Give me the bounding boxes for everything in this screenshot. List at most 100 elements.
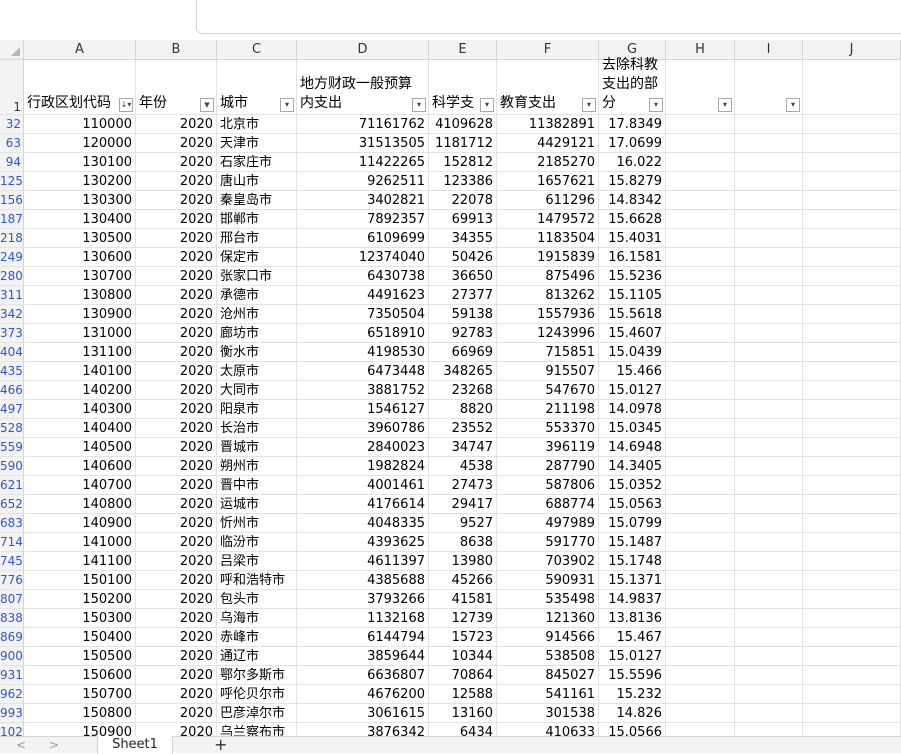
table-cell[interactable]: 8820 bbox=[429, 400, 497, 419]
row-header[interactable]: 311 bbox=[0, 286, 24, 305]
table-cell[interactable]: 7350504 bbox=[297, 305, 429, 324]
table-cell[interactable]: 12739 bbox=[429, 609, 497, 628]
table-cell[interactable]: 14.8342 bbox=[599, 191, 666, 210]
table-cell[interactable]: 承德市 bbox=[217, 286, 297, 305]
table-cell[interactable]: 12374040 bbox=[297, 248, 429, 267]
table-cell[interactable]: 吕梁市 bbox=[217, 552, 297, 571]
table-cell[interactable]: 2020 bbox=[136, 343, 217, 362]
table-cell[interactable]: 2020 bbox=[136, 495, 217, 514]
table-cell[interactable]: 廊坊市 bbox=[217, 324, 297, 343]
table-cell[interactable]: 临汾市 bbox=[217, 533, 297, 552]
table-cell[interactable]: 4611397 bbox=[297, 552, 429, 571]
table-cell[interactable] bbox=[803, 609, 901, 628]
table-cell[interactable]: 130500 bbox=[24, 229, 136, 248]
table-cell[interactable]: 13980 bbox=[429, 552, 497, 571]
table-cell[interactable]: 4538 bbox=[429, 457, 497, 476]
table-cell[interactable]: 4001461 bbox=[297, 476, 429, 495]
row-header[interactable]: 1024 bbox=[0, 723, 24, 736]
table-cell[interactable]: 4385688 bbox=[297, 571, 429, 590]
table-cell[interactable]: 15.8279 bbox=[599, 172, 666, 191]
table-cell[interactable]: 朔州市 bbox=[217, 457, 297, 476]
table-cell[interactable] bbox=[735, 286, 803, 305]
table-cell[interactable]: 150800 bbox=[24, 704, 136, 723]
table-cell[interactable] bbox=[666, 457, 735, 476]
table-cell[interactable]: 2840023 bbox=[297, 438, 429, 457]
table-cell[interactable] bbox=[735, 533, 803, 552]
table-cell[interactable]: 2020 bbox=[136, 362, 217, 381]
row-header[interactable]: 776 bbox=[0, 571, 24, 590]
table-cell[interactable]: 15.0799 bbox=[599, 514, 666, 533]
table-cell[interactable]: 14.0978 bbox=[599, 400, 666, 419]
table-cell[interactable] bbox=[666, 476, 735, 495]
table-cell[interactable]: 6430738 bbox=[297, 267, 429, 286]
table-cell[interactable]: 591770 bbox=[497, 533, 599, 552]
table-cell[interactable]: 535498 bbox=[497, 590, 599, 609]
table-cell[interactable]: 14.826 bbox=[599, 704, 666, 723]
table-cell[interactable] bbox=[735, 400, 803, 419]
table-cell[interactable] bbox=[735, 571, 803, 590]
row-header[interactable]: 94 bbox=[0, 153, 24, 172]
table-cell[interactable]: 2020 bbox=[136, 324, 217, 343]
table-cell[interactable]: 15.0345 bbox=[599, 419, 666, 438]
table-cell[interactable]: 14.6948 bbox=[599, 438, 666, 457]
filter-dropdown-icon[interactable]: ▾ bbox=[480, 98, 494, 112]
table-cell[interactable] bbox=[803, 267, 901, 286]
table-cell[interactable]: 15.0127 bbox=[599, 647, 666, 666]
table-cell[interactable] bbox=[666, 115, 735, 134]
table-cell[interactable]: 15.4031 bbox=[599, 229, 666, 248]
table-cell[interactable]: 15.6628 bbox=[599, 210, 666, 229]
table-cell[interactable]: 497989 bbox=[497, 514, 599, 533]
table-cell[interactable]: 15.0352 bbox=[599, 476, 666, 495]
table-cell[interactable]: 1243996 bbox=[497, 324, 599, 343]
table-cell[interactable]: 6636807 bbox=[297, 666, 429, 685]
table-cell[interactable]: 2020 bbox=[136, 286, 217, 305]
filter-dropdown-icon[interactable]: ▾ bbox=[412, 98, 426, 112]
table-cell[interactable]: 1479572 bbox=[497, 210, 599, 229]
table-cell[interactable] bbox=[735, 115, 803, 134]
table-cell[interactable] bbox=[803, 210, 901, 229]
table-cell[interactable]: 36650 bbox=[429, 267, 497, 286]
table-cell[interactable] bbox=[735, 381, 803, 400]
table-cell[interactable]: 衡水市 bbox=[217, 343, 297, 362]
table-cell[interactable] bbox=[666, 628, 735, 647]
table-cell[interactable]: 396119 bbox=[497, 438, 599, 457]
table-cell[interactable]: 141100 bbox=[24, 552, 136, 571]
table-cell[interactable] bbox=[803, 153, 901, 172]
table-cell[interactable]: 邯郸市 bbox=[217, 210, 297, 229]
row-header[interactable]: 993 bbox=[0, 704, 24, 723]
table-cell[interactable]: 15.466 bbox=[599, 362, 666, 381]
table-cell[interactable] bbox=[735, 628, 803, 647]
table-cell[interactable] bbox=[735, 704, 803, 723]
table-cell[interactable] bbox=[666, 419, 735, 438]
table-cell[interactable]: 7892357 bbox=[297, 210, 429, 229]
filter-dropdown-icon[interactable]: ▾ bbox=[649, 98, 663, 112]
table-cell[interactable] bbox=[803, 438, 901, 457]
table-cell[interactable]: 2020 bbox=[136, 514, 217, 533]
filter-dropdown-icon[interactable]: ▾ bbox=[786, 98, 800, 112]
table-cell[interactable] bbox=[735, 438, 803, 457]
table-cell[interactable]: 2020 bbox=[136, 533, 217, 552]
table-cell[interactable]: 1557936 bbox=[497, 305, 599, 324]
next-sheet-icon[interactable]: > bbox=[49, 738, 59, 752]
table-cell[interactable]: 140200 bbox=[24, 381, 136, 400]
table-cell[interactable]: 15.232 bbox=[599, 685, 666, 704]
table-cell[interactable]: 59138 bbox=[429, 305, 497, 324]
table-cell[interactable]: 包头市 bbox=[217, 590, 297, 609]
table-cell[interactable]: 通辽市 bbox=[217, 647, 297, 666]
table-cell[interactable]: 130900 bbox=[24, 305, 136, 324]
table-cell[interactable] bbox=[735, 362, 803, 381]
table-cell[interactable] bbox=[803, 191, 901, 210]
filter-dropdown-icon[interactable]: ↓▾ bbox=[119, 98, 133, 112]
row-header[interactable]: 280 bbox=[0, 267, 24, 286]
table-cell[interactable]: 15.0127 bbox=[599, 381, 666, 400]
table-cell[interactable]: 29417 bbox=[429, 495, 497, 514]
table-cell[interactable]: 150900 bbox=[24, 723, 136, 736]
column-header-c[interactable]: C bbox=[217, 40, 297, 60]
table-cell[interactable]: 晋中市 bbox=[217, 476, 297, 495]
table-cell[interactable] bbox=[803, 647, 901, 666]
table-cell[interactable]: 150500 bbox=[24, 647, 136, 666]
table-cell[interactable]: 15723 bbox=[429, 628, 497, 647]
table-cell[interactable]: 150200 bbox=[24, 590, 136, 609]
table-cell[interactable]: 140800 bbox=[24, 495, 136, 514]
table-cell[interactable]: 3881752 bbox=[297, 381, 429, 400]
